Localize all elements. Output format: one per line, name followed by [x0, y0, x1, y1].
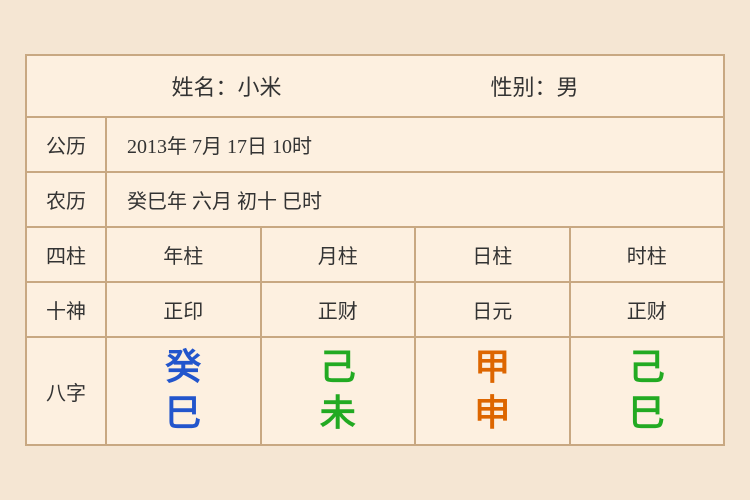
shishen-col2: 正财: [262, 283, 417, 336]
lunar-label: 农历: [27, 173, 107, 226]
sijhu-col1: 年柱: [107, 228, 262, 281]
sijhu-row: 四柱 年柱 月柱 日柱 时柱: [27, 228, 723, 283]
gender-label: 性别：男: [490, 70, 578, 102]
gregorian-row: 公历 2013年 7月 17日 10时: [27, 118, 723, 173]
bazhi-label: 八字: [27, 338, 107, 443]
lunar-value: 癸巳年 六月 初十 巳时: [107, 173, 723, 226]
sijhu-label: 四柱: [27, 228, 107, 281]
sijhu-col2: 月柱: [262, 228, 417, 281]
shishen-col4: 正财: [571, 283, 724, 336]
bazhi-col3: 甲 申: [416, 338, 571, 443]
shishen-label: 十神: [27, 283, 107, 336]
lunar-row: 农历 癸巳年 六月 初十 巳时: [27, 173, 723, 228]
bazhi-col3-top: 甲: [474, 348, 510, 388]
bazhi-col1-bottom: 巳: [165, 394, 201, 434]
header-row: 姓名：小米 性别：男: [27, 56, 723, 118]
main-container: 姓名：小米 性别：男 公历 2013年 7月 17日 10时 农历 癸巳年 六月…: [25, 54, 725, 445]
bazhi-col2-top: 己: [320, 348, 356, 388]
shishen-col3: 日元: [416, 283, 571, 336]
bazhi-col2: 己 未: [262, 338, 417, 443]
sijhu-col4: 时柱: [571, 228, 724, 281]
bazhi-col4-top: 己: [629, 348, 665, 388]
bazhi-col4: 己 巳: [571, 338, 724, 443]
bazhi-col2-bottom: 未: [320, 394, 356, 434]
name-label: 姓名：小米: [171, 70, 281, 102]
bazhi-col3-bottom: 申: [474, 394, 510, 434]
shishen-row: 十神 正印 正财 日元 正财: [27, 283, 723, 338]
sijhu-col3: 日柱: [416, 228, 571, 281]
bazhi-col1: 癸 巳: [107, 338, 262, 443]
gregorian-label: 公历: [27, 118, 107, 171]
bazhi-col1-top: 癸: [165, 348, 201, 388]
gregorian-value: 2013年 7月 17日 10时: [107, 118, 723, 171]
shishen-col1: 正印: [107, 283, 262, 336]
bazhi-col4-bottom: 巳: [629, 394, 665, 434]
bazhi-row: 八字 癸 巳 己 未 甲 申 己 巳: [27, 338, 723, 443]
